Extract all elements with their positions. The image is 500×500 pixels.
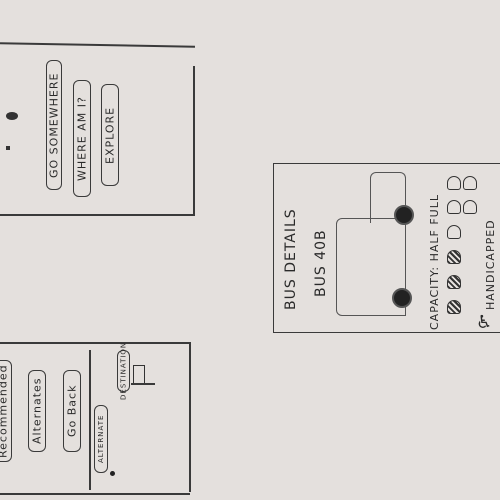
bus-details-title: BUS DETAILS <box>283 208 299 310</box>
seat-empty-icon <box>447 176 461 190</box>
seat-empty-icon <box>463 200 477 214</box>
go-back-button[interactable]: Go Back <box>63 370 81 452</box>
where-am-i-button[interactable]: WHERE AM I? <box>73 80 91 197</box>
wheel <box>394 205 414 225</box>
start-pin-icon <box>110 471 115 476</box>
alternates-button[interactable]: Alternates <box>28 370 46 452</box>
frame-border <box>0 42 195 48</box>
seat-occupied-icon <box>447 275 461 289</box>
seat-occupied-icon <box>447 250 461 264</box>
bus-name: BUS 40B <box>313 229 329 297</box>
map-marker-icon <box>6 146 10 150</box>
frame-border <box>0 214 195 216</box>
wheelchair-icon: ♿ <box>476 312 493 333</box>
destination-label[interactable]: DESTINATION <box>117 342 130 400</box>
seat-empty-icon <box>463 176 477 190</box>
recommended-button[interactable]: Recommended <box>0 360 12 462</box>
destination-flag-icon <box>133 365 145 385</box>
seat-empty-icon <box>447 225 461 239</box>
go-somewhere-button[interactable]: GO SOMEWHERE <box>46 60 62 190</box>
frame-border <box>0 493 190 495</box>
frame-border <box>193 66 195 214</box>
handicapped-label: HANDICAPPED <box>484 219 497 310</box>
wheel <box>392 288 412 308</box>
flag-pole <box>131 383 155 385</box>
alternate-label[interactable]: ALTERNATE <box>94 405 108 473</box>
seat-occupied-icon <box>447 300 461 314</box>
seat-empty-icon <box>447 200 461 214</box>
map-pin-icon <box>6 112 18 120</box>
frame-border <box>0 342 190 344</box>
frame-border <box>189 342 191 492</box>
map-divider <box>89 350 91 490</box>
capacity-label: CAPACITY: HALF FULL <box>428 194 441 330</box>
explore-button[interactable]: EXPLORE <box>101 84 119 186</box>
